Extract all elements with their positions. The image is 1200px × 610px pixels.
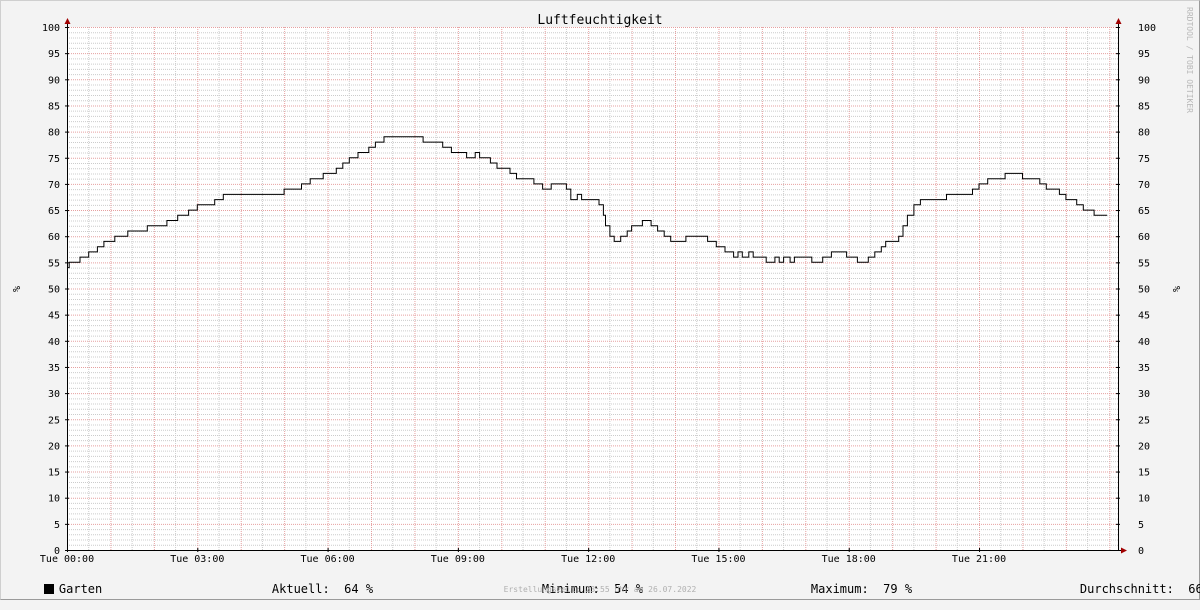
stat-minimum: Minimum: 54 % — [513, 568, 643, 596]
stat-maximum: Maximum: 79 % — [782, 568, 912, 596]
y-tick-label-right: 75 — [1138, 154, 1150, 165]
watermark: RRDTOOL / TOBI OETIKER — [1185, 7, 1194, 113]
y-tick-label-left: 55 — [48, 258, 60, 269]
y-axis-label-left: % — [10, 286, 21, 292]
legend-entry-garten: Garten — [15, 568, 102, 596]
x-tick-label: Tue 06:00 — [300, 554, 354, 565]
y-axis-arrow-right — [1115, 18, 1122, 24]
y-tick-label-right: 65 — [1138, 206, 1150, 217]
y-tick-label-right: 85 — [1138, 101, 1150, 112]
y-tick-label-right: 55 — [1138, 258, 1150, 269]
y-tick-label-right: 80 — [1138, 128, 1150, 139]
y-tick-label-right: 20 — [1138, 441, 1150, 452]
y-tick-label-right: 0 — [1138, 546, 1144, 557]
y-tick-label-right: 90 — [1138, 75, 1150, 86]
y-tick-label-left: 30 — [48, 389, 60, 400]
y-tick-label-left: 60 — [48, 232, 60, 243]
x-tick-label: Tue 18:00 — [822, 554, 876, 565]
x-tick-label: Tue 21:00 — [952, 554, 1006, 565]
chart-window: 0 0 5 5 10 10 15 15 20 20 25 25 30 30 35 35 40 40 45 45 50 50… — [0, 0, 1200, 600]
y-tick-label-left: 65 — [48, 206, 60, 217]
y-tick-label-right: 40 — [1138, 337, 1150, 348]
y-tick-label-right: 70 — [1138, 180, 1150, 191]
y-tick-label-left: 50 — [48, 285, 60, 296]
x-tick-label: Tue 03:00 — [170, 554, 224, 565]
y-tick-label-left: 70 — [48, 180, 60, 191]
y-tick-label-left: 35 — [48, 363, 60, 374]
y-tick-label-right: 25 — [1138, 415, 1150, 426]
y-tick-label-left: 100 — [42, 23, 60, 34]
plot-area — [67, 27, 1118, 550]
footer-timestamp: Erstellungszeit: 23:55 Uhr am 26.07.2022 — [503, 585, 697, 594]
y-tick-label-left: 85 — [48, 101, 60, 112]
y-tick-label-right: 30 — [1138, 389, 1150, 400]
x-tick-label: Tue 15:00 — [691, 554, 745, 565]
x-tick-label: Tue 09:00 — [431, 554, 485, 565]
y-tick-label-right: 35 — [1138, 363, 1150, 374]
y-tick-label-left: 5 — [54, 520, 60, 531]
y-tick-label-right: 5 — [1138, 520, 1144, 531]
y-tick-label-left: 90 — [48, 75, 60, 86]
y-tick-label-left: 45 — [48, 311, 60, 322]
stat-durchschnitt: Durchschnitt: 66 % — [1051, 568, 1200, 596]
y-tick-label-right: 50 — [1138, 285, 1150, 296]
y-tick-label-right: 95 — [1138, 49, 1150, 60]
y-axis-label-right: % — [1170, 286, 1181, 292]
y-tick-label-right: 15 — [1138, 468, 1150, 479]
stat-aktuell: Aktuell: 64 % — [243, 568, 373, 596]
y-tick-label-right: 45 — [1138, 311, 1150, 322]
y-tick-label-right: 10 — [1138, 494, 1150, 505]
chart-canvas: 0 05 510 1015 1520 2025 2530 3035 3540 4045 4550 50… — [10, 7, 1194, 565]
y-tick-label-left: 80 — [48, 128, 60, 139]
y-tick-label-left: 10 — [48, 494, 60, 505]
y-tick-label-right: 60 — [1138, 232, 1150, 243]
y-tick-label-left: 40 — [48, 337, 60, 348]
chart-title: Luftfeuchtigkeit — [537, 13, 662, 28]
x-axis-arrow — [1121, 547, 1127, 554]
y-tick-label-right: 100 — [1138, 23, 1156, 34]
y-tick-label-left: 75 — [48, 154, 60, 165]
y-axis-arrow-left — [64, 18, 71, 24]
y-tick-label-left: 20 — [48, 441, 60, 452]
y-tick-label-left: 95 — [48, 49, 60, 60]
y-tick-label-left: 15 — [48, 468, 60, 479]
x-tick-label: Tue 00:00 — [40, 554, 94, 565]
y-tick-label-left: 25 — [48, 415, 60, 426]
x-tick-label: Tue 12:00 — [561, 554, 615, 565]
